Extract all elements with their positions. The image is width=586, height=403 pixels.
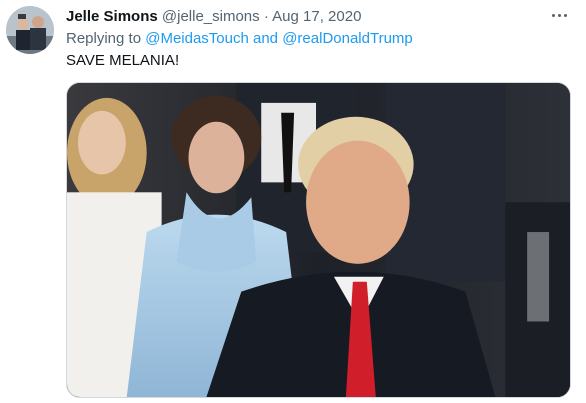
mention-realdonaldtrump[interactable]: @realDonaldTrump	[282, 30, 413, 47]
more-options-icon[interactable]	[548, 6, 570, 24]
tweet-text-main: SAVE MELANIA	[66, 52, 175, 69]
replying-to: Replying to @MeidasTouch and @realDonald…	[66, 29, 413, 49]
tweet-text: SAVE MELANIA!	[66, 51, 179, 71]
mention-meidastouch[interactable]: @MeidasTouch	[145, 30, 249, 47]
dot	[551, 13, 555, 17]
tweet-text-end: !	[174, 52, 180, 69]
separator: ·	[263, 8, 269, 25]
display-name[interactable]: Jelle Simons	[66, 8, 158, 25]
handle[interactable]: @jelle_simons	[162, 8, 260, 25]
reply-and[interactable]: and	[253, 30, 278, 47]
avatar-image	[6, 6, 54, 54]
tweet-header: Jelle Simons @jelle_simons · Aug 17, 202…	[66, 7, 546, 27]
dot	[557, 13, 561, 17]
reply-prefix: Replying to	[66, 30, 142, 47]
dot	[563, 13, 567, 17]
tweet-date[interactable]: Aug 17, 2020	[272, 8, 361, 25]
tweet[interactable]: Jelle Simons @jelle_simons · Aug 17, 202…	[0, 0, 586, 403]
tweet-photo[interactable]	[66, 82, 571, 398]
avatar[interactable]	[6, 6, 54, 54]
photo-image	[67, 83, 570, 397]
